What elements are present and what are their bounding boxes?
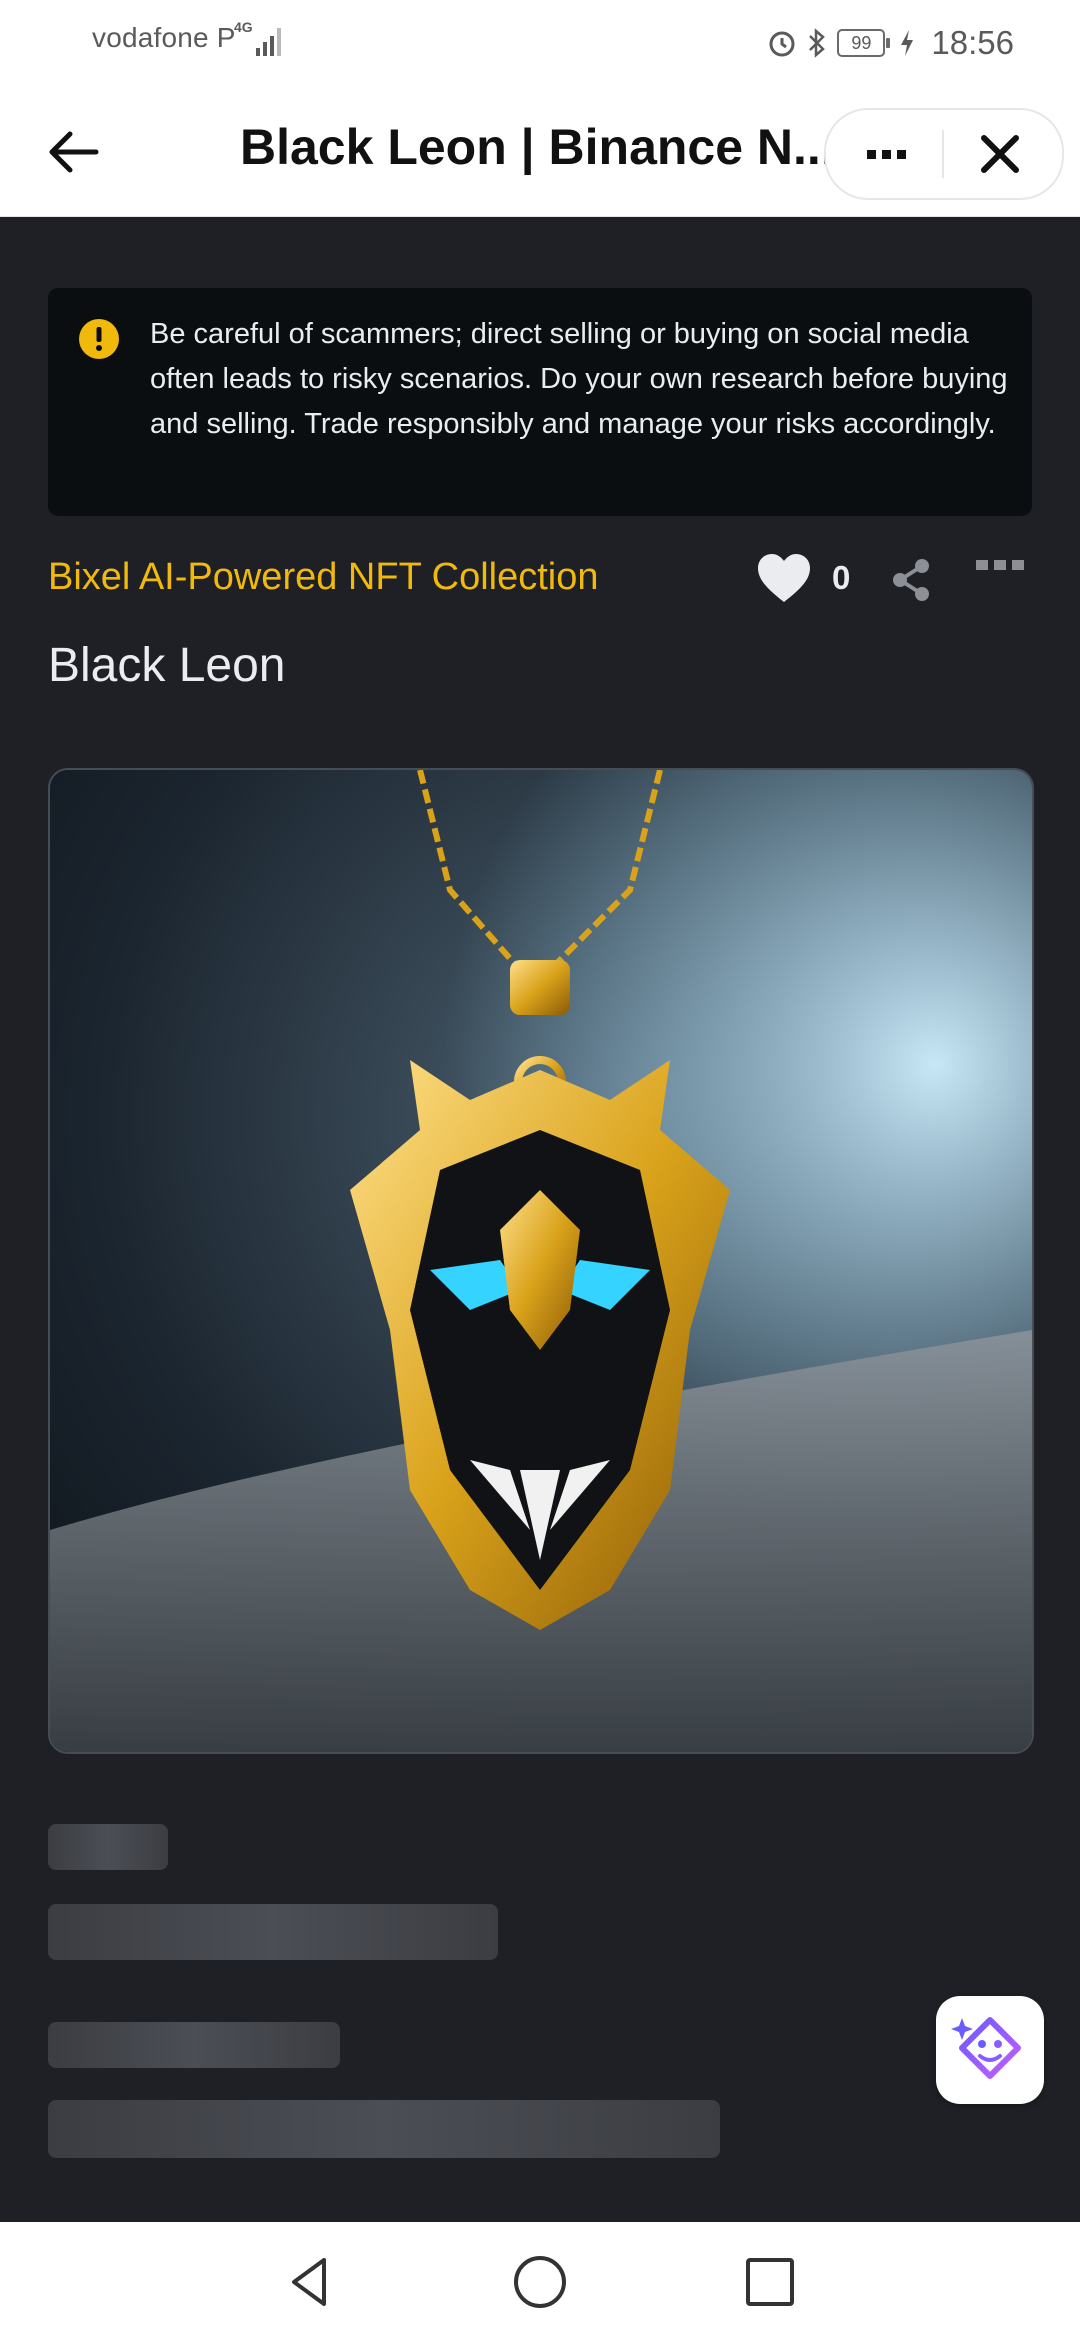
scam-warning-banner: Be careful of scammers; direct selling o… (48, 288, 1032, 516)
signal-icon (256, 28, 281, 56)
mini-program-capsule (824, 108, 1064, 200)
nav-home-icon[interactable] (510, 2252, 570, 2312)
status-bar: vodafone P 4G 99 18:56 (0, 0, 1080, 86)
more-icon[interactable] (846, 132, 926, 176)
status-icons: 99 18:56 (767, 18, 1014, 68)
nav-recents-icon[interactable] (740, 2252, 800, 2312)
alert-icon (79, 319, 119, 359)
heart-icon[interactable] (756, 552, 812, 604)
close-icon[interactable] (974, 128, 1026, 180)
nav-back-icon[interactable] (280, 2252, 340, 2312)
capsule-divider (942, 130, 944, 178)
skeleton-label-2 (48, 2022, 340, 2068)
warning-text: Be careful of scammers; direct selling o… (150, 318, 1008, 440)
like-button[interactable]: 0 (756, 552, 850, 604)
network-type: 4G (234, 19, 253, 35)
more-options-button[interactable] (976, 560, 1028, 576)
assistant-icon (951, 2017, 1021, 2079)
skeleton-line-1 (48, 1904, 498, 1960)
share-icon[interactable] (890, 556, 932, 604)
skeleton-line-2 (48, 2100, 720, 2158)
collection-link[interactable]: Bixel AI-Powered NFT Collection (48, 556, 599, 599)
skeleton-label-1 (48, 1824, 168, 1870)
battery-indicator: 99 (837, 29, 891, 57)
nft-title: Black Leon (48, 639, 286, 692)
app-bar: Black Leon | Binance N... (0, 86, 1080, 217)
clock: 18:56 (931, 24, 1014, 61)
nft-image[interactable] (48, 768, 1034, 1754)
back-arrow-icon[interactable] (44, 122, 104, 182)
alarm-icon (769, 31, 795, 57)
carrier-label: vodafone P (92, 22, 236, 53)
page-title: Black Leon | Binance N... (240, 119, 835, 175)
system-nav-bar (0, 2222, 1080, 2340)
nft-artwork (50, 770, 1032, 1752)
assistant-button[interactable] (936, 1996, 1044, 2104)
bluetooth-icon (809, 28, 826, 58)
charging-icon (901, 30, 914, 56)
like-count: 0 (832, 559, 851, 596)
